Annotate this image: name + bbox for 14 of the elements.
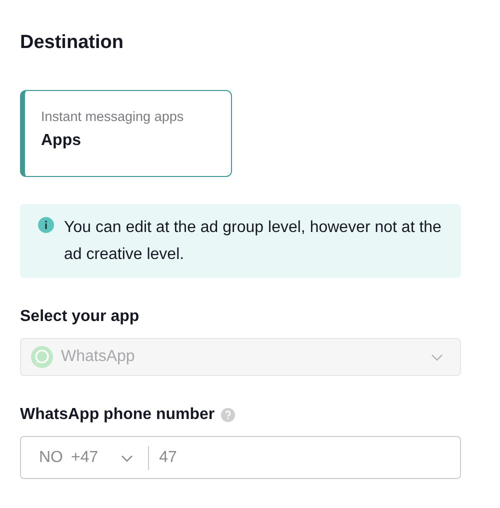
card-subtitle: Instant messaging apps (41, 109, 185, 124)
chat-bubble-icon (31, 346, 53, 368)
field-label: Select your app (20, 308, 140, 326)
help-icon[interactable] (220, 408, 235, 422)
chevron-down-icon (430, 352, 444, 362)
card-label: Apps (41, 132, 82, 150)
destination-card[interactable]: Instant messaging apps Apps (20, 90, 232, 177)
chevron-down-icon (120, 452, 134, 462)
info-text: You can edit at the ad group level, however not at the ad creative level. (64, 218, 442, 265)
phone-field[interactable]: NO +47 47 (20, 436, 461, 479)
country-code-select[interactable]: NO +47 (39, 448, 134, 466)
info-icon (38, 217, 54, 233)
section-title: Destination (20, 32, 124, 54)
field-label: WhatsApp phone number (20, 406, 215, 424)
